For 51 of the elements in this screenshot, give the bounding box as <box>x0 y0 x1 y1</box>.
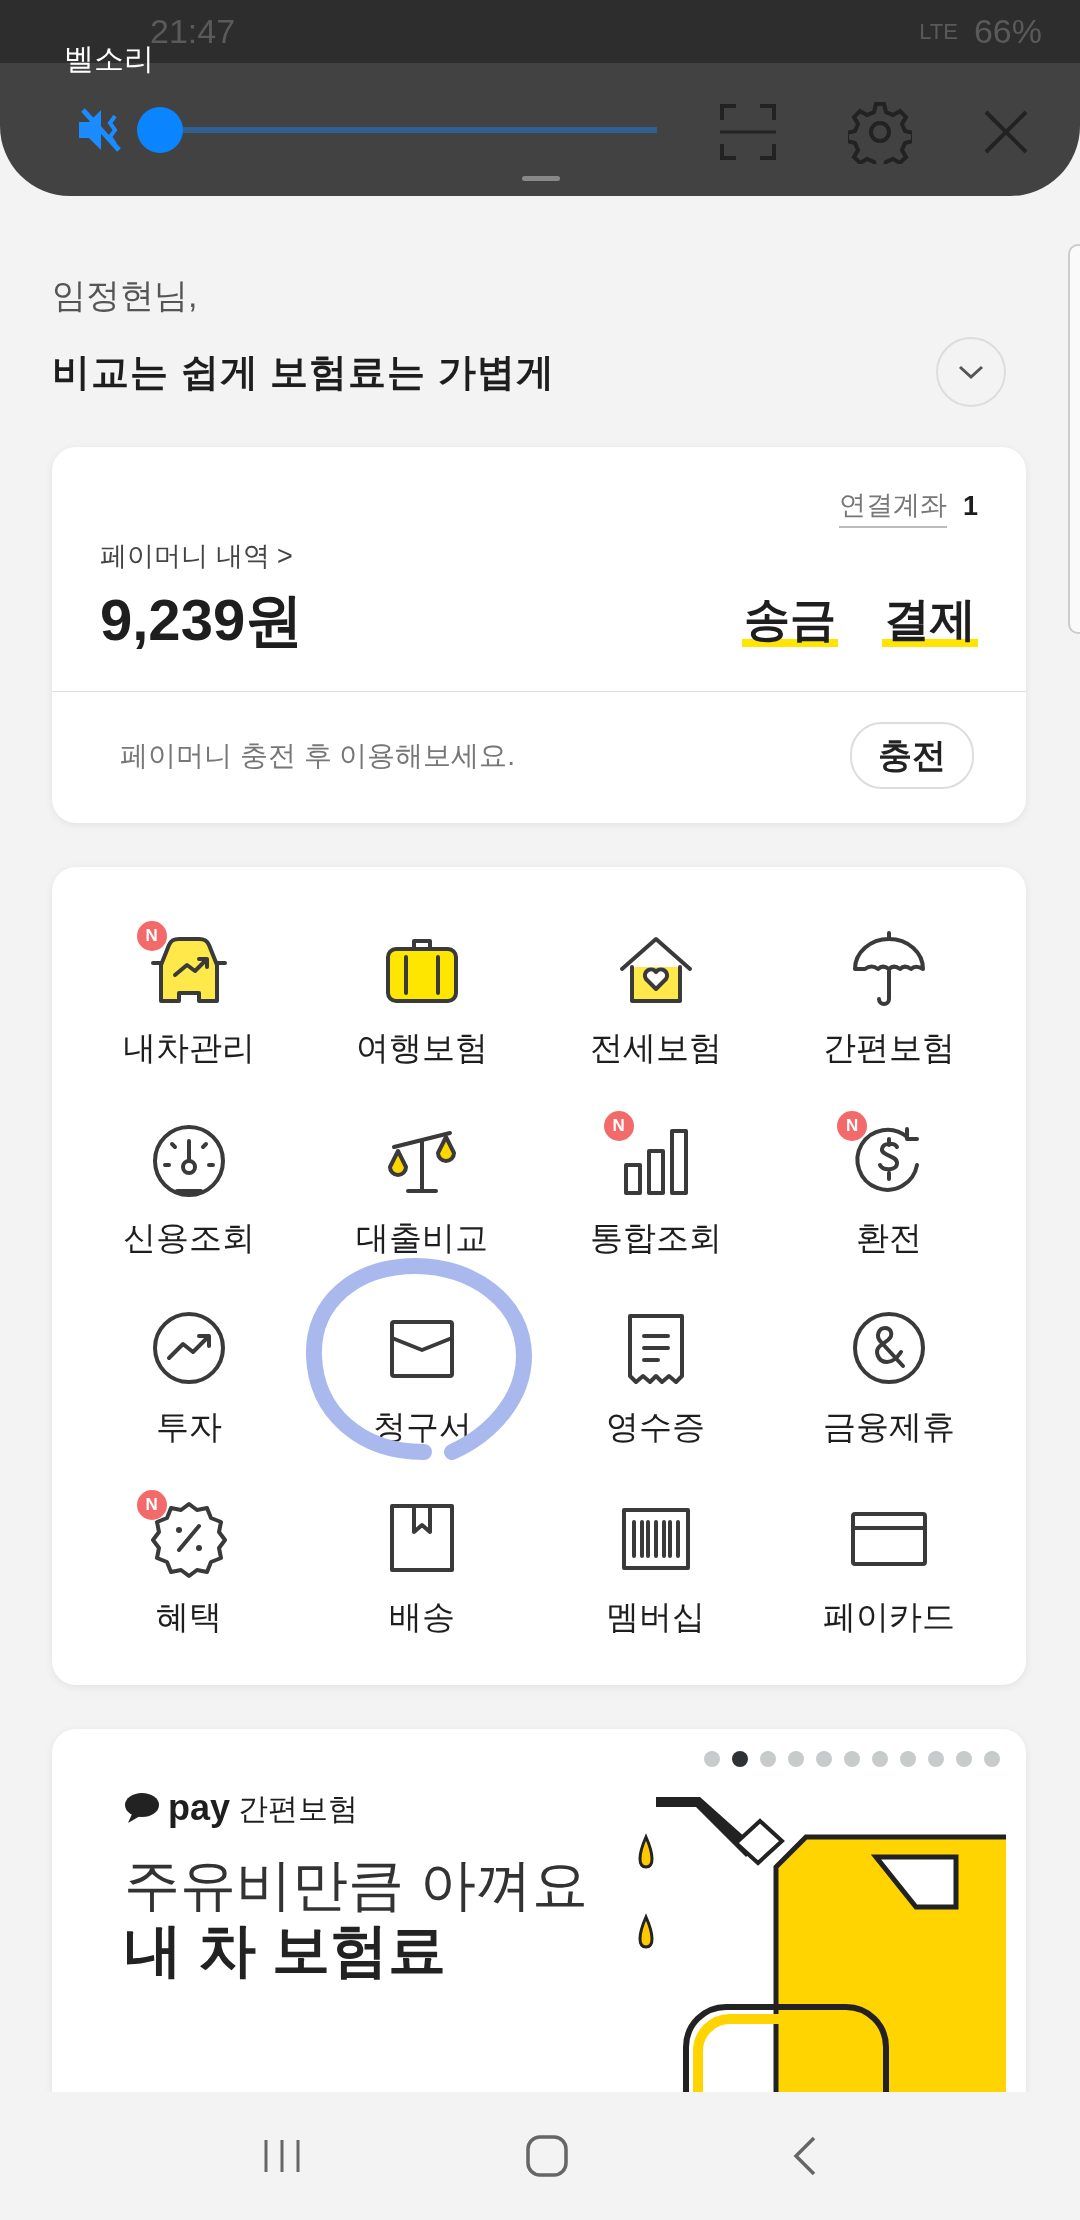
menu-item[interactable]: N 내차관리 <box>72 917 306 1073</box>
product-name: 간편보험 <box>238 1790 359 1827</box>
menu-item[interactable]: N 통합조회 <box>539 1106 773 1262</box>
menu-item[interactable]: 페이카드 <box>772 1485 1006 1641</box>
page-dot[interactable] <box>872 1751 888 1767</box>
speech-bubble-icon <box>124 1792 160 1824</box>
chevron-down-icon <box>958 364 984 380</box>
page-dot[interactable] <box>788 1751 804 1767</box>
menu-item[interactable]: 금융제휴 <box>772 1296 1006 1452</box>
volume-slider[interactable] <box>137 107 657 153</box>
menu-item[interactable]: 배송 <box>305 1485 539 1641</box>
new-badge: N <box>837 1110 868 1141</box>
page-dot[interactable] <box>928 1751 944 1767</box>
page-dot[interactable] <box>704 1751 720 1767</box>
page-dot[interactable] <box>984 1751 1000 1767</box>
menu-item[interactable]: 전세보험 <box>539 917 773 1073</box>
brand-name: pay <box>168 1786 231 1830</box>
new-badge: N <box>136 1489 167 1520</box>
menu-item[interactable]: 신용조회 <box>72 1106 306 1262</box>
history-link[interactable]: 페이머니 내역 > <box>100 535 978 576</box>
charge-button[interactable]: 충전 <box>850 722 974 789</box>
home-icon[interactable] <box>524 2133 570 2179</box>
menu-item[interactable]: 대출비교 <box>305 1106 539 1262</box>
greeting-headline: 비교는 쉽게 보험료는 가볍게 <box>52 349 555 395</box>
greeting-name: 임정현님, <box>52 275 199 316</box>
page-dot[interactable] <box>816 1751 832 1767</box>
charge-hint: 페이머니 충전 후 이용해보세요. <box>120 738 516 773</box>
menu-item[interactable]: 간편보험 <box>772 917 1006 1073</box>
menu-item[interactable]: N 혜택 <box>72 1485 306 1641</box>
panel-title: 벨소리 <box>64 42 154 77</box>
banner-line: 주유비만큼 아껴요 <box>124 1853 588 1918</box>
banner-headline: 내 차 보험료 <box>124 1917 448 1985</box>
menu-item[interactable]: 멤버십 <box>539 1485 773 1641</box>
page-dot[interactable] <box>732 1751 748 1767</box>
page-dot[interactable] <box>844 1751 860 1767</box>
menu-item[interactable]: 영수증 <box>539 1296 773 1452</box>
page-dot[interactable] <box>760 1751 776 1767</box>
close-icon[interactable] <box>982 108 1030 156</box>
page-dot[interactable] <box>900 1751 916 1767</box>
menu-item[interactable]: 투자 <box>72 1296 306 1452</box>
linked-account-link[interactable]: 연결계좌 <box>838 485 947 528</box>
settings-icon[interactable] <box>848 100 912 164</box>
new-badge: N <box>136 921 167 951</box>
balance-amount: 9,239원 <box>100 586 304 654</box>
slider-thumb[interactable] <box>137 107 183 153</box>
page-dot[interactable] <box>956 1751 972 1767</box>
expand-icon[interactable] <box>718 102 778 162</box>
menu-item[interactable]: 여행보험 <box>305 917 539 1073</box>
menu-item[interactable]: N 환전 <box>772 1106 1006 1262</box>
new-badge: N <box>603 1110 634 1141</box>
linked-account-count: 1 <box>962 490 978 523</box>
